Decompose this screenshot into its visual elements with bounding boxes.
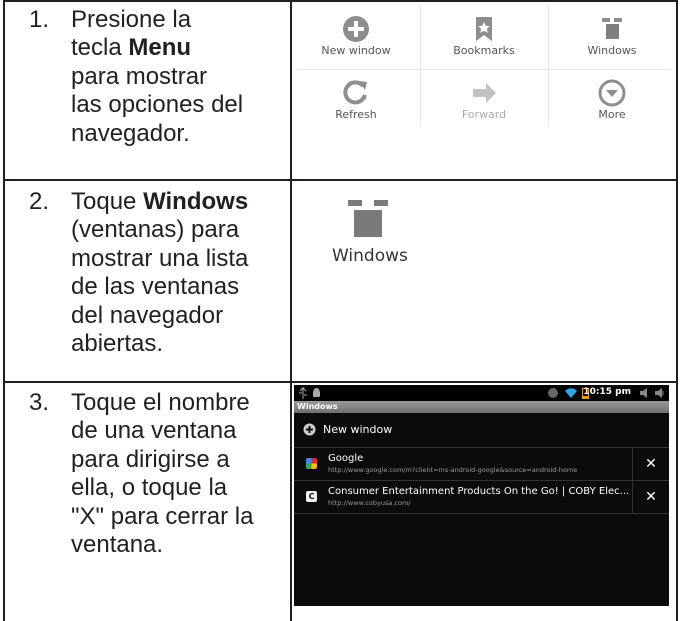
step-2-text-cell: 2. Toque Windows (ventanas) para mostrar…: [3, 179, 292, 383]
step-number: 3.: [29, 389, 50, 416]
status-bar: 10:15 pm: [294, 385, 669, 401]
windows-icon: [602, 18, 622, 39]
menu-item-label: New window: [321, 44, 391, 57]
add-circle-icon: [343, 16, 369, 42]
menu-item-label: More: [598, 108, 626, 121]
window-list-item[interactable]: C Consumer Entertainment Products On the…: [294, 481, 669, 514]
step-3-line-1: Toque el nombre: [71, 389, 250, 416]
usb-icon: [299, 387, 307, 399]
close-window-button[interactable]: ✕: [632, 481, 669, 513]
step-2-image-cell: Windows: [290, 179, 678, 383]
coby-favicon-icon: C: [306, 491, 317, 502]
menu-item-label: Refresh: [335, 108, 377, 121]
close-window-button[interactable]: ✕: [632, 448, 669, 480]
android-icon: [313, 388, 320, 397]
window-url: http://www.cobyusa.com/: [328, 499, 411, 507]
bookmark-icon: [476, 17, 492, 41]
step-1-line-2: tecla Menu: [71, 34, 192, 61]
add-circle-icon: [303, 423, 316, 436]
screen-title: Windows: [297, 402, 338, 411]
step-3-line-5: "X" para cerrar la: [71, 503, 254, 530]
step-number: 1.: [29, 6, 50, 33]
volume-up-icon[interactable]: [655, 387, 666, 399]
forward-arrow-icon: [473, 83, 496, 103]
window-url: http://www.google.com/m?client=ms-androi…: [328, 466, 578, 474]
step-number: 2.: [29, 188, 50, 215]
menu-item-bookmarks[interactable]: Bookmarks: [420, 14, 548, 57]
status-time: 10:15 pm: [583, 387, 631, 397]
menu-item-label: Windows: [587, 44, 637, 57]
window-title: Consumer Entertainment Products On the G…: [328, 486, 630, 497]
step-3-line-6: ventana.: [71, 531, 164, 558]
menu-item-refresh[interactable]: Refresh: [292, 78, 420, 121]
google-favicon-icon: [306, 458, 317, 469]
step-1-line-1: Presione la: [71, 6, 192, 33]
menu-item-label: Bookmarks: [453, 44, 515, 57]
step-2-line-5: del navegador: [71, 302, 224, 329]
step-row-2: 2. Toque Windows (ventanas) para mostrar…: [3, 179, 678, 383]
more-chevron-icon: [598, 79, 626, 107]
menu-item-new-window[interactable]: New window: [292, 14, 420, 57]
window-title: Google: [328, 453, 364, 464]
menu-item-windows[interactable]: Windows: [548, 14, 676, 57]
windows-label: Windows: [332, 246, 408, 266]
windows-icon: [348, 200, 388, 237]
new-window-label: New window: [323, 423, 393, 436]
step-row-1: 1. Presione la tecla Menu para mostrar l…: [3, 0, 678, 181]
step-1-line-5: navegador.: [71, 120, 190, 147]
step-1-image-cell: New window Bookmarks Windows Refresh For…: [290, 0, 678, 181]
browser-windows-screen: 10:15 pm Windows New window Google http:…: [294, 385, 669, 606]
step-2-line-3: mostrar una lista: [71, 245, 249, 272]
step-2-line-1: Toque Windows: [71, 188, 249, 215]
steps-table: 1. Presione la tecla Menu para mostrar l…: [3, 0, 678, 621]
step-1-line-4: las opciones del: [71, 91, 244, 118]
wifi-icon: [565, 388, 577, 398]
step-3-image-cell: 10:15 pm Windows New window Google http:…: [290, 381, 678, 621]
step-3-line-3: para dirigirse a: [71, 446, 230, 473]
volume-down-icon[interactable]: [640, 387, 651, 399]
refresh-icon: [343, 80, 367, 105]
menu-item-more[interactable]: More: [548, 78, 676, 121]
step-1-line-3: para mostrar: [71, 63, 208, 90]
step-1-text-cell: 1. Presione la tecla Menu para mostrar l…: [3, 0, 292, 181]
browser-menu-panel: New window Bookmarks Windows Refresh For…: [292, 2, 676, 127]
new-window-row[interactable]: New window: [294, 413, 669, 448]
menu-item-label: Forward: [461, 108, 507, 121]
step-2-line-2: (ventanas) para: [71, 216, 240, 243]
step-2-line-4: de las ventanas: [71, 273, 240, 300]
step-3-line-4: ella, o toque la: [71, 474, 228, 501]
window-list-item[interactable]: Google http://www.google.com/m?client=ms…: [294, 448, 669, 481]
step-row-3: 3. Toque el nombre de una ventana para d…: [3, 381, 678, 621]
step-3-text-cell: 3. Toque el nombre de una ventana para d…: [3, 381, 292, 621]
menu-item-forward[interactable]: Forward: [420, 78, 548, 121]
step-3-line-2: de una ventana: [71, 417, 237, 444]
sync-icon: [548, 388, 558, 398]
step-2-line-6: abiertas.: [71, 330, 164, 357]
title-bar: Windows: [294, 401, 669, 413]
